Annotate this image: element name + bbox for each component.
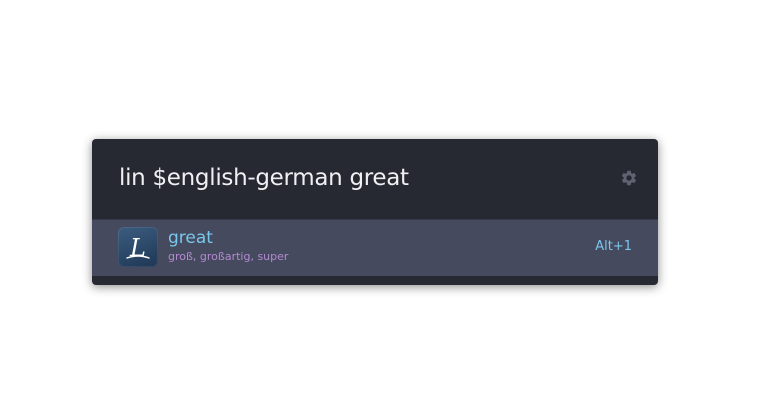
result-description: groß, großartig, super [168, 250, 289, 263]
query-input[interactable] [119, 159, 609, 197]
result-title: great [168, 228, 213, 248]
icon-letter: L [129, 234, 146, 262]
results-list: L great groß, großartig, super Alt+1 [92, 219, 658, 276]
result-item[interactable]: L great groß, großartig, super Alt+1 [92, 219, 658, 276]
gear-icon[interactable] [620, 169, 638, 187]
dictionary-app-icon: L [118, 227, 158, 267]
query-row [92, 139, 658, 219]
result-shortcut: Alt+1 [595, 239, 632, 254]
launcher-window: L great groß, großartig, super Alt+1 [92, 139, 658, 285]
